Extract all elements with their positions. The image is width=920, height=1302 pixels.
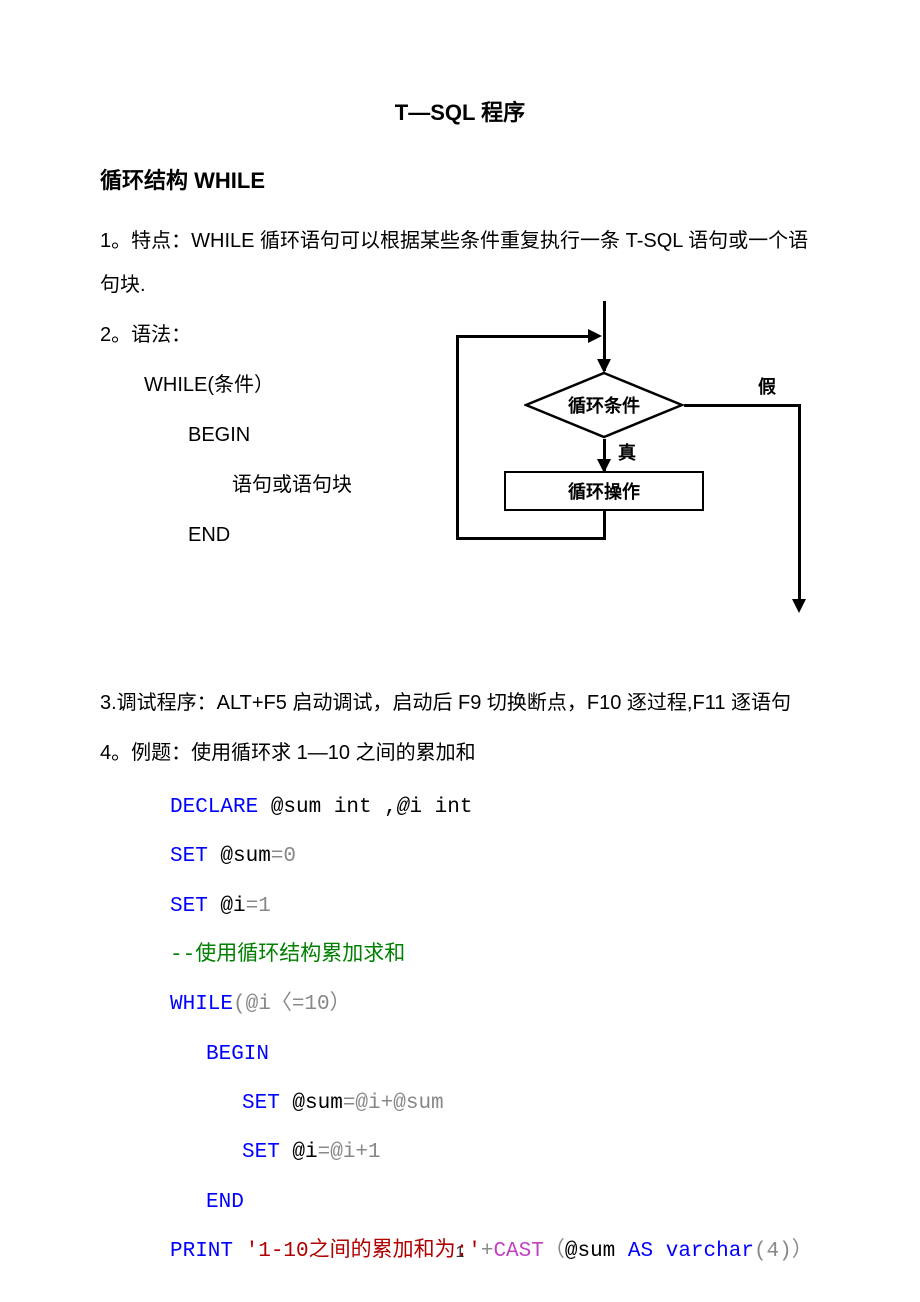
syntax-line-body: 语句或语句块 <box>100 463 420 507</box>
code-line-sum-assign: SET @sum=@i+@sum <box>170 1079 820 1128</box>
page-title: T—SQL 程序 <box>100 95 820 127</box>
code-line-set-i: SET @i=1 <box>170 882 820 931</box>
code-line-i-inc: SET @i=@i+1 <box>170 1128 820 1177</box>
code-line-while: WHILE(@i〈=10） <box>170 980 820 1029</box>
flowchart: 循环条件 真 循环操作 假 <box>440 321 820 621</box>
false-label: 假 <box>758 373 776 399</box>
syntax-line-begin: BEGIN <box>100 413 420 457</box>
syntax-column: 2。语法： WHILE(条件） BEGIN 语句或语句块 END <box>100 313 420 563</box>
section-heading: 循环结构 WHILE <box>100 163 820 195</box>
true-label: 真 <box>618 439 636 465</box>
code-line-end: END <box>170 1178 820 1227</box>
syntax-line-while: WHILE(条件） <box>100 363 420 407</box>
code-line-set-sum: SET @sum=0 <box>170 832 820 881</box>
code-block: DECLARE @sum int ,@i int SET @sum=0 SET … <box>100 783 820 1276</box>
paragraph-1: 1。特点：WHILE 循环语句可以根据某些条件重复执行一条 T-SQL 语句或一… <box>100 219 820 307</box>
paragraph-3: 3.调试程序：ALT+F5 启动调试，启动后 F9 切换断点，F10 逐过程,F… <box>100 681 820 725</box>
diamond-condition: 循环条件 <box>524 371 684 439</box>
body-label: 循环操作 <box>568 478 640 504</box>
paragraph-2: 2。语法： <box>100 313 420 357</box>
code-line-declare: DECLARE @sum int ,@i int <box>170 783 820 832</box>
code-line-begin: BEGIN <box>170 1030 820 1079</box>
syntax-line-end: END <box>100 513 420 557</box>
paragraph-4: 4。例题：使用循环求 1—10 之间的累加和 <box>100 731 820 775</box>
code-line-comment: --使用循环结构累加求和 <box>170 931 820 980</box>
condition-label: 循环条件 <box>524 371 684 439</box>
rect-body: 循环操作 <box>504 471 704 511</box>
page-number: 1 <box>0 1244 920 1262</box>
